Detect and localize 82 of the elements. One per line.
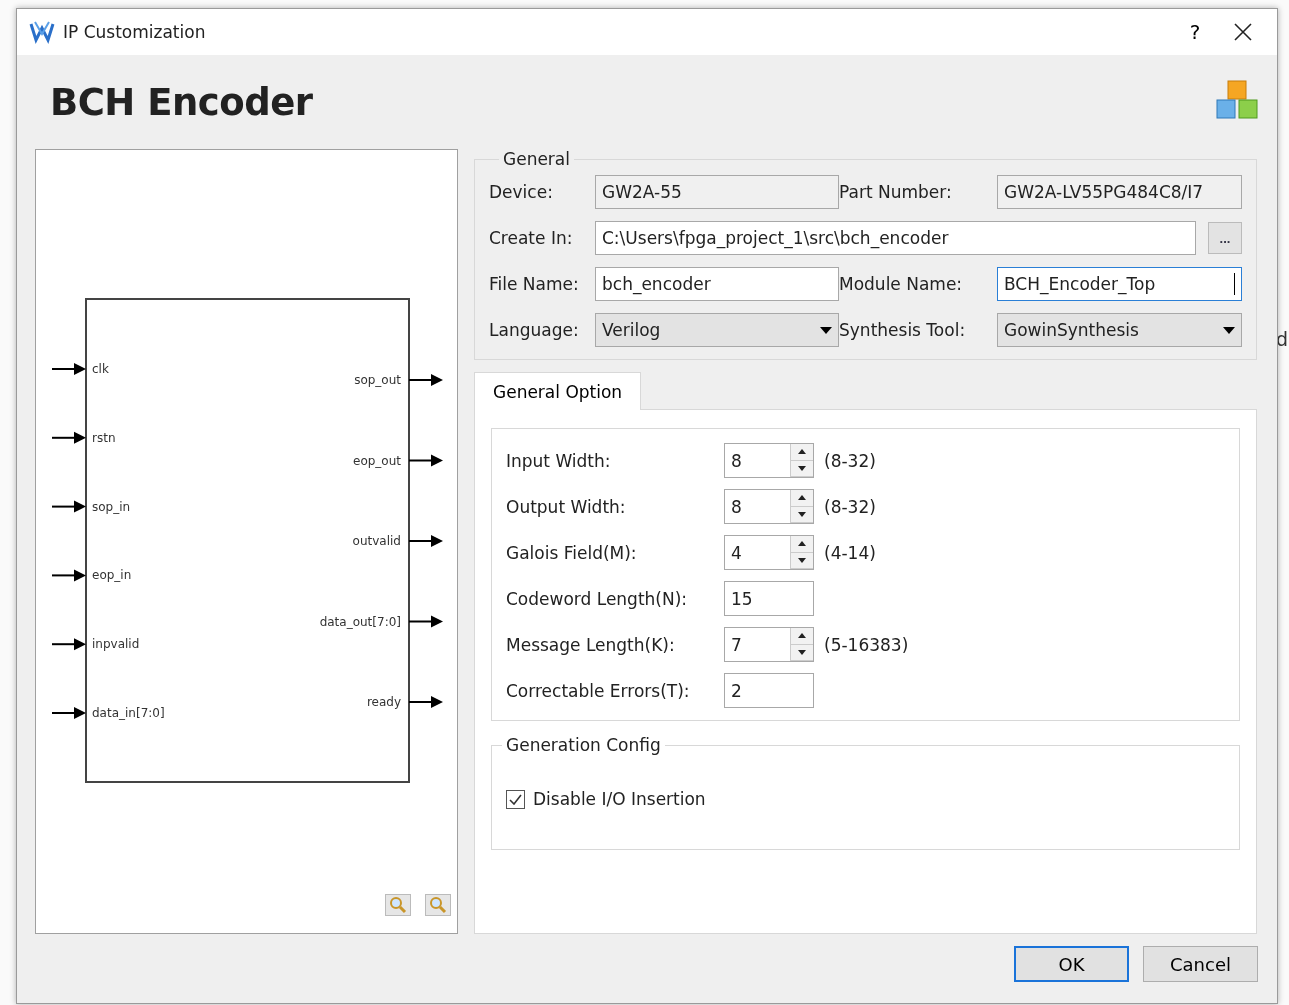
option-label: Correctable Errors(T): xyxy=(506,680,691,701)
logo-icon xyxy=(29,20,55,44)
output-arrow xyxy=(408,454,443,467)
up-arrow-icon xyxy=(798,633,806,639)
field-label: Language: xyxy=(489,320,580,340)
port-label: eop_out xyxy=(353,453,401,468)
input-field[interactable]: bch_encoder xyxy=(595,267,839,301)
input-arrow xyxy=(51,707,86,719)
field-label: Synthesis Tool: xyxy=(839,320,967,340)
dropdown-field[interactable]: Verilog xyxy=(595,313,839,347)
ok-button[interactable]: OK xyxy=(1014,946,1129,982)
output-arrow xyxy=(408,374,443,386)
port-label: outvalid xyxy=(352,534,401,548)
dropdown-caret-icon xyxy=(1223,326,1235,334)
input-arrow xyxy=(51,569,86,582)
range-hint: (8-32) xyxy=(824,496,877,517)
increment-button[interactable] xyxy=(791,536,813,553)
range-hint: (4-14) xyxy=(824,542,877,563)
up-arrow-icon xyxy=(798,449,806,455)
input-arrow xyxy=(51,431,86,444)
port-label: clk xyxy=(92,362,109,376)
output-arrow xyxy=(408,615,443,628)
input-field[interactable]: 2 xyxy=(724,673,814,708)
input-arrow xyxy=(51,363,86,375)
down-arrow-icon xyxy=(798,465,806,471)
output-arrow xyxy=(408,696,443,708)
input-arrow xyxy=(51,500,86,513)
range-hint: (8-32) xyxy=(824,450,877,471)
page-heading: BCH Encoder xyxy=(50,80,313,124)
input-field[interactable]: BCH_Encoder_Top xyxy=(997,267,1242,301)
field-label: File Name: xyxy=(489,274,580,294)
browse-button[interactable]: ... xyxy=(1208,222,1242,254)
range-hint: (5-16383) xyxy=(824,634,910,655)
dropdown-caret-icon xyxy=(820,326,832,334)
up-arrow-icon xyxy=(798,495,806,501)
input-arrow xyxy=(51,638,86,651)
zoom-icon xyxy=(389,896,407,914)
port-label: sop_in xyxy=(92,499,131,514)
down-arrow-icon xyxy=(798,511,806,517)
up-arrow-icon xyxy=(798,541,806,547)
tab[interactable]: General Option xyxy=(474,372,642,410)
spin-box[interactable]: 8 xyxy=(724,443,814,478)
port-label: rstn xyxy=(92,430,116,445)
port-label: data_out[7:0] xyxy=(319,614,401,629)
option-label: Message Length(K): xyxy=(506,634,676,655)
group-title: Generation Config xyxy=(505,735,662,755)
check-icon xyxy=(509,793,522,805)
down-arrow-icon xyxy=(798,649,806,655)
option-label: Input Width: xyxy=(506,450,612,471)
port-label: inpvalid xyxy=(92,637,140,652)
port-label: data_in[7:0] xyxy=(92,706,165,720)
cancel-button[interactable]: Cancel xyxy=(1143,946,1258,982)
input-field[interactable]: GW2A-55 xyxy=(595,175,839,209)
output-arrow xyxy=(408,535,443,547)
option-label: Output Width: xyxy=(506,496,627,517)
increment-button[interactable] xyxy=(791,490,813,507)
port-label: ready xyxy=(366,695,401,709)
checkbox[interactable] xyxy=(506,789,525,809)
zoom-icon xyxy=(429,896,447,914)
checkbox-label: Disable I/O Insertion xyxy=(533,789,706,809)
option-label: Galois Field(M): xyxy=(506,542,638,563)
spin-box[interactable]: 4 xyxy=(724,535,814,570)
window-title: IP Customization xyxy=(63,22,207,42)
field-label: Module Name: xyxy=(839,274,964,294)
port-label: eop_in xyxy=(92,568,132,583)
spin-box[interactable]: 7 xyxy=(724,627,814,662)
spin-box[interactable]: 8 xyxy=(724,489,814,524)
option-label: Codeword Length(N): xyxy=(506,588,689,609)
field-label: Device: xyxy=(489,182,554,202)
group-title: General xyxy=(502,149,571,169)
increment-button[interactable] xyxy=(791,628,813,645)
field-label: Part Number: xyxy=(839,182,953,202)
input-field[interactable]: C:\Users\fpga_project_1\src\bch_encoder xyxy=(595,221,1196,255)
input-field[interactable]: 15 xyxy=(724,581,814,616)
input-field[interactable]: GW2A-LV55PG484C8/I7 xyxy=(997,175,1242,209)
down-arrow-icon xyxy=(798,557,806,563)
dropdown-field[interactable]: GowinSynthesis xyxy=(997,313,1242,347)
increment-button[interactable] xyxy=(791,444,813,461)
port-label: sop_out xyxy=(354,373,401,387)
field-label: Create In: xyxy=(489,228,574,248)
close-icon xyxy=(1234,23,1252,41)
help-button[interactable]: ? xyxy=(1175,15,1215,49)
